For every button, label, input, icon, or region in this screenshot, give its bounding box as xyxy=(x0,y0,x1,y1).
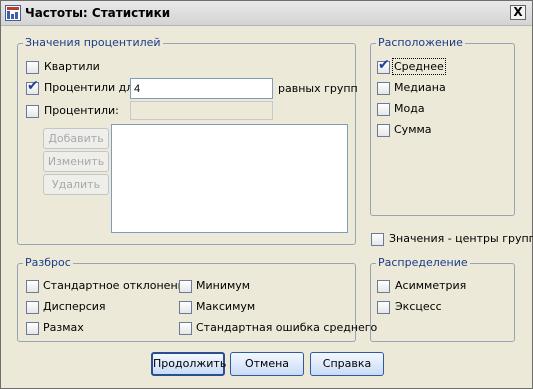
dialog-window: Частоты: Статистики X Значения процентил… xyxy=(0,0,533,389)
central-tendency-group: Расположение ✔ Среднее Медиана Мода Сумм… xyxy=(370,36,515,216)
mean-label[interactable]: Среднее xyxy=(392,58,446,75)
cancel-button[interactable]: Отмена xyxy=(230,352,304,376)
sum-checkbox[interactable] xyxy=(377,124,390,137)
group-midpoints-label[interactable]: Значения - центры групп xyxy=(389,232,533,245)
std-dev-checkbox[interactable] xyxy=(26,280,39,293)
cut-points-checkbox[interactable]: ✔ xyxy=(26,78,39,95)
kurtosis-checkbox[interactable] xyxy=(377,301,390,314)
help-button[interactable]: Справка xyxy=(310,352,384,376)
se-mean-checkbox[interactable] xyxy=(179,322,192,335)
central-tendency-legend: Расположение xyxy=(376,36,465,49)
skewness-checkbox[interactable] xyxy=(377,280,390,293)
range-label[interactable]: Размах xyxy=(43,321,84,334)
skewness-label[interactable]: Асимметрия xyxy=(395,279,466,292)
checkmark-icon: ✔ xyxy=(378,57,390,73)
distribution-legend: Распределение xyxy=(376,256,470,269)
group-midpoints-checkbox[interactable] xyxy=(371,233,384,246)
minimum-checkbox[interactable] xyxy=(179,280,192,293)
percentile-values-legend: Значения процентилей xyxy=(23,36,163,49)
checkmark-icon: ✔ xyxy=(27,78,39,94)
mean-checkbox[interactable]: ✔ xyxy=(377,57,390,74)
median-checkbox[interactable] xyxy=(377,82,390,95)
cut-points-label[interactable]: Процентили для: xyxy=(44,81,144,94)
remove-button[interactable]: Удалить xyxy=(43,174,109,195)
range-checkbox[interactable] xyxy=(26,322,39,335)
distribution-group: Распределение Асимметрия Эксцесс xyxy=(370,256,515,342)
title-bar[interactable]: Частоты: Статистики X xyxy=(1,1,532,26)
kurtosis-label[interactable]: Эксцесс xyxy=(395,300,442,313)
quartiles-label[interactable]: Квартили xyxy=(44,60,100,73)
app-icon xyxy=(5,5,21,21)
maximum-checkbox[interactable] xyxy=(179,301,192,314)
close-icon: X xyxy=(513,5,523,19)
percentiles-checkbox[interactable] xyxy=(26,105,39,118)
minimum-label[interactable]: Минимум xyxy=(196,279,250,292)
close-button[interactable]: X xyxy=(510,5,526,20)
mode-checkbox[interactable] xyxy=(377,103,390,116)
quartiles-checkbox[interactable] xyxy=(26,61,39,74)
dispersion-group: Разброс Стандартное отклонение Дисперсия… xyxy=(17,256,377,342)
sum-label[interactable]: Сумма xyxy=(394,123,432,136)
cut-points-suffix: равных групп xyxy=(278,82,358,95)
std-dev-label[interactable]: Стандартное отклонение xyxy=(43,279,192,292)
median-label[interactable]: Медиана xyxy=(394,81,446,94)
add-button[interactable]: Добавить xyxy=(43,128,109,149)
window-title: Частоты: Статистики xyxy=(25,6,171,20)
change-button[interactable]: Изменить xyxy=(43,151,109,172)
se-mean-label[interactable]: Стандартная ошибка среднего xyxy=(196,321,377,334)
variance-checkbox[interactable] xyxy=(26,301,39,314)
continue-button[interactable]: Продолжить xyxy=(151,352,226,376)
mode-label[interactable]: Мода xyxy=(394,102,425,115)
percentile-values-group: Значения процентилей Квартили ✔ Проценти… xyxy=(17,36,358,245)
percentiles-label[interactable]: Процентили: xyxy=(44,104,119,117)
percentiles-input[interactable] xyxy=(130,101,273,120)
percentiles-listbox[interactable] xyxy=(111,124,348,233)
cut-points-input[interactable] xyxy=(130,78,273,99)
maximum-label[interactable]: Максимум xyxy=(196,300,255,313)
variance-label[interactable]: Дисперсия xyxy=(43,300,106,313)
dispersion-legend: Разброс xyxy=(23,256,73,269)
